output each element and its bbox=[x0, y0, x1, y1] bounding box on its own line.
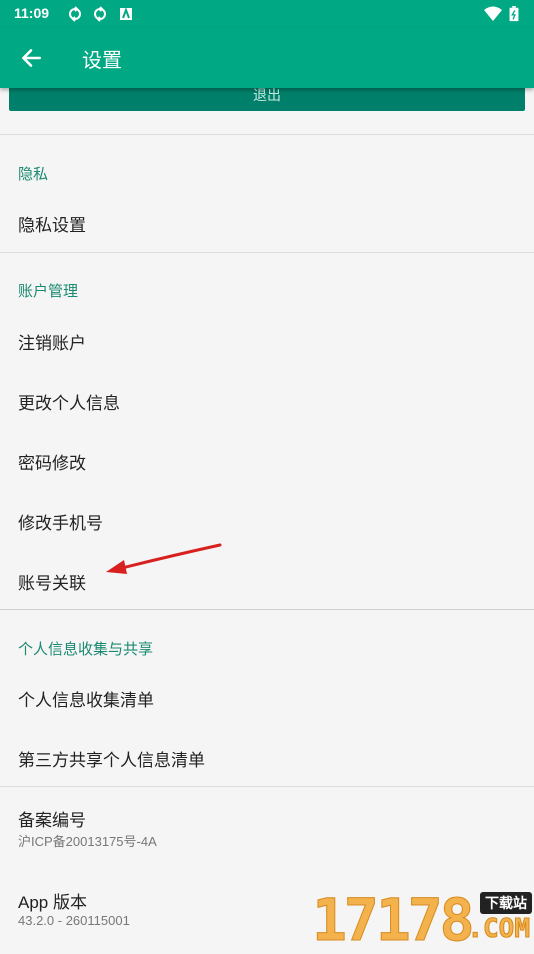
battery-icon bbox=[509, 6, 519, 22]
record-number-title: 备案编号 bbox=[18, 811, 86, 831]
annotation-arrow-icon bbox=[106, 543, 222, 574]
sync-icon bbox=[94, 6, 106, 22]
divider bbox=[0, 786, 534, 787]
personal-info-list-item[interactable]: 个人信息收集清单 bbox=[18, 686, 154, 711]
section-header-account: 账户管理 bbox=[18, 282, 79, 300]
account-linking-item[interactable]: 账号关联 bbox=[18, 569, 86, 594]
watermark-logo: 17178 下载站 .COM bbox=[308, 882, 534, 954]
section-header-privacy: 隐私 bbox=[18, 165, 49, 183]
watermark-domain: .COM bbox=[467, 914, 531, 945]
status-bar: 11:09 bbox=[0, 0, 534, 28]
watermark-digits: 17178 bbox=[312, 886, 476, 954]
watermark-badge: 下载站 bbox=[480, 892, 532, 914]
record-number-value: 沪ICP备20013175号-4A bbox=[18, 834, 157, 849]
page-title: 设置 bbox=[82, 48, 122, 72]
sync-icon bbox=[69, 6, 81, 22]
logout-button-label: 退出 bbox=[253, 88, 281, 104]
change-phone-item[interactable]: 修改手机号 bbox=[18, 509, 103, 534]
divider bbox=[0, 252, 534, 253]
divider bbox=[0, 134, 534, 135]
cancel-account-item[interactable]: 注销账户 bbox=[18, 329, 86, 354]
back-arrow-icon[interactable] bbox=[18, 45, 44, 71]
app-version-value: 43.2.0 - 260115001 bbox=[18, 913, 130, 928]
privacy-settings-item[interactable]: 隐私设置 bbox=[18, 211, 86, 236]
wifi-icon bbox=[484, 6, 502, 21]
change-password-item[interactable]: 密码修改 bbox=[18, 449, 86, 474]
app-bar: 设置 bbox=[0, 28, 534, 88]
app-version-title: App 版本 bbox=[18, 893, 87, 912]
divider bbox=[0, 609, 534, 610]
edit-personal-info-item[interactable]: 更改个人信息 bbox=[18, 389, 120, 414]
status-time: 11:09 bbox=[14, 5, 50, 21]
notification-icon bbox=[120, 7, 132, 20]
third-party-share-list-item[interactable]: 第三方共享个人信息清单 bbox=[18, 746, 205, 771]
section-header-personal-info: 个人信息收集与共享 bbox=[18, 640, 154, 658]
